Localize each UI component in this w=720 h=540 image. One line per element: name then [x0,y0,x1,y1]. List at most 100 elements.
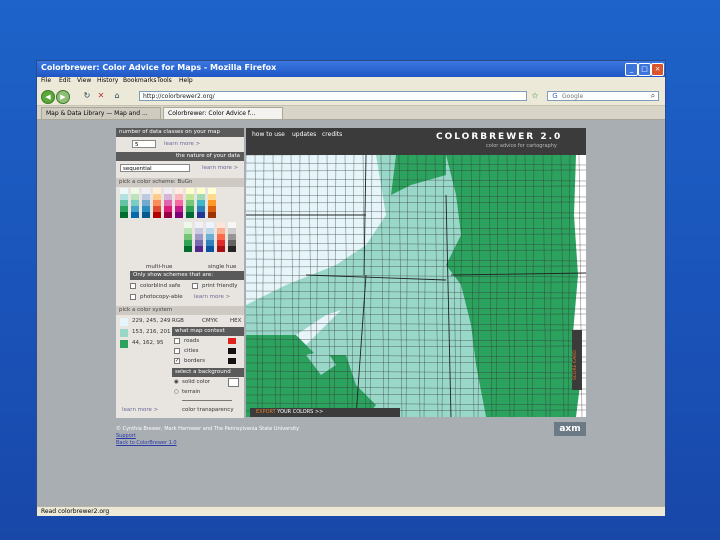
bookmark-star-icon[interactable]: ☆ [529,90,541,102]
color-value-3: 44, 162, 95 [132,340,164,346]
title-bar: Colorbrewer: Color Advice for Maps - Moz… [37,61,665,77]
cities-label: cities [184,348,199,354]
background-header: select a background [172,368,244,377]
maximize-button[interactable]: □ [638,63,651,76]
color-swatch-3 [120,340,128,348]
transparency-label: color transparency [182,407,234,413]
address-bar[interactable]: http://colorbrewer2.org/ [139,91,527,101]
menu-view[interactable]: View [77,77,91,84]
bg-radio-solid[interactable]: ◉ [174,379,179,385]
scheme-swatch[interactable] [131,212,139,218]
bg-radio-terrain[interactable]: ○ [174,389,179,395]
reload-icon[interactable]: ↻ [81,90,93,102]
color-value-1: 229, 245, 249 [132,318,171,324]
home-icon[interactable]: ⌂ [111,90,123,102]
terrain-label: terrain [182,389,201,395]
export-label: EXPORT [256,409,276,415]
close-button[interactable]: × [651,63,664,76]
forward-icon[interactable]: ▶ [56,90,70,104]
search-input[interactable]: Google [547,91,659,101]
scheme-swatch[interactable] [206,246,214,252]
menu-edit[interactable]: Edit [59,77,71,84]
map-canvas[interactable] [246,155,586,417]
back-link[interactable]: Back to ColorBrewer 1.0 [116,440,177,446]
colorbrewer-header: how to use updates credits COLORBREWER 2… [246,128,586,155]
menu-help[interactable]: Help [179,77,193,84]
axm-logo: axm [554,422,586,436]
borders-label: borders [184,358,206,364]
classes-select[interactable]: 5 [132,140,156,148]
bg-color-swatch[interactable] [228,378,239,387]
menu-file[interactable]: File [41,77,51,84]
print-checkbox[interactable] [192,283,198,289]
roads-checkbox[interactable] [174,338,180,344]
color-swatch-2 [120,329,128,337]
navigation-bar: ◀ ▶ ↻ ✕ ⌂ http://colorbrewer2.org/ ☆ Goo… [37,87,665,106]
hex-option[interactable]: HEX [230,318,241,324]
menu-tools[interactable]: Tools [157,77,172,84]
multi-hue-label: multi-hue [146,264,173,270]
nature-learn-more-link[interactable]: learn more > [202,165,238,171]
photocopy-checkbox[interactable] [130,294,136,300]
menu-bookmarks[interactable]: Bookmarks [123,77,157,84]
scheme-swatch[interactable] [142,212,150,218]
print-label: print friendly [202,283,238,289]
nature-header: the nature of your data [116,152,244,161]
colorblind-checkbox[interactable] [130,283,136,289]
cmyk-option[interactable]: CMYK [202,318,218,324]
only-show-header: Only show schemes that are: [130,271,244,280]
bottom-learn-more-link[interactable]: learn more > [122,407,158,413]
roads-color-swatch[interactable] [228,338,236,344]
color-value-2: 153, 216, 201 [132,329,171,335]
borders-checkbox[interactable]: ✓ [174,358,180,364]
learn-more-link[interactable]: learn more > [164,141,200,147]
county-map [246,155,586,417]
export-bar[interactable]: EXPORT YOUR COLORS >> [250,408,400,417]
solid-color-label: solid color [182,379,211,385]
scheme-swatch[interactable] [186,212,194,218]
scheme-swatch[interactable] [175,212,183,218]
window-title: Colorbrewer: Color Advice for Maps - Moz… [41,63,277,72]
photocopy-label: photocopy-able [140,294,183,300]
menu-history[interactable]: History [97,77,118,84]
credits-link[interactable]: credits [322,131,342,138]
updates-link[interactable]: updates [292,131,316,138]
nature-select[interactable]: sequential [120,164,190,172]
rgb-option[interactable]: RGB [172,318,184,324]
search-icon[interactable]: ⌕ [647,90,659,102]
tagline: color advice for cartography [486,143,557,149]
scheme-swatch[interactable] [217,246,225,252]
system-header: pick a color system [116,306,244,315]
scheme-swatch[interactable] [195,246,203,252]
cities-color-swatch[interactable] [228,348,236,354]
transparency-slider[interactable] [182,400,232,401]
colorbrewer-logo: COLORBREWER 2.0 [436,132,563,142]
copyright-text: © Cynthia Brewer, Mark Harrower and The … [116,426,300,432]
how-to-use-link[interactable]: how to use [252,131,285,138]
control-panel: number of data classes on your map 5 lea… [116,128,244,418]
score-card-tab[interactable]: SCORE CARD [572,330,582,390]
scheme-swatch[interactable] [184,246,192,252]
tab-colorbrewer[interactable]: Colorbrewer: Color Advice f... [163,107,283,119]
tab-map-data-library[interactable]: Map & Data Library — Map and ... [41,107,161,119]
score-card-label: SCORE CARD [573,350,578,380]
scheme-swatch[interactable] [153,212,161,218]
google-icon: G [552,92,558,100]
scheme-swatch[interactable] [164,212,172,218]
cities-checkbox[interactable] [174,348,180,354]
borders-color-swatch[interactable] [228,358,236,364]
single-hue-label: single hue [208,264,237,270]
scheme-swatch[interactable] [120,212,128,218]
minimize-button[interactable]: _ [625,63,638,76]
stop-icon[interactable]: ✕ [95,90,107,102]
export-text: YOUR COLORS >> [277,409,324,415]
context-header: what map context [172,327,244,336]
scheme-swatch[interactable] [228,246,236,252]
options-learn-more-link[interactable]: learn more > [194,294,230,300]
back-icon[interactable]: ◀ [41,90,55,104]
scheme-swatch[interactable] [208,212,216,218]
scheme-swatch[interactable] [197,212,205,218]
support-link[interactable]: Support [116,433,136,439]
classes-header: number of data classes on your map [116,128,244,137]
scheme-header: pick a color scheme: BuGn [116,178,244,187]
